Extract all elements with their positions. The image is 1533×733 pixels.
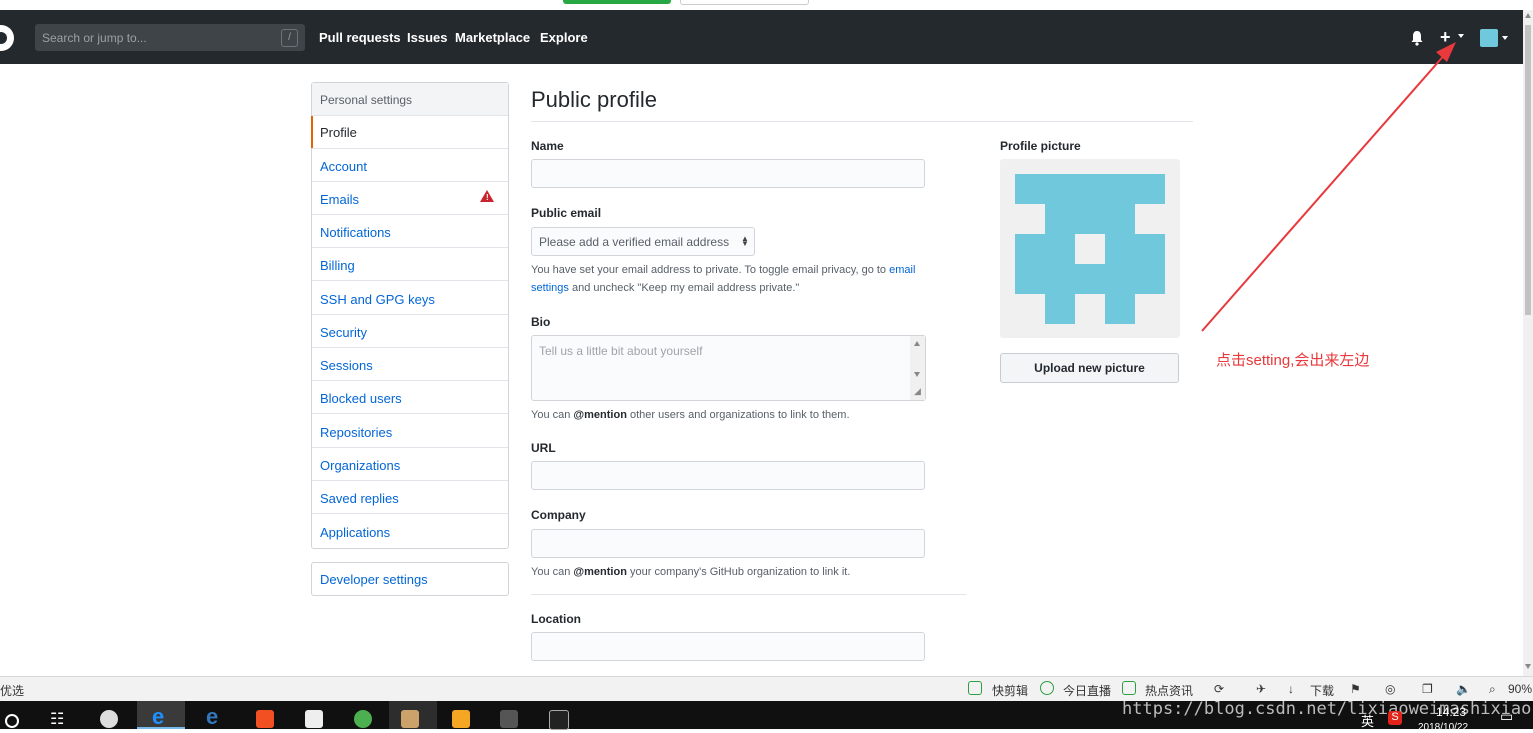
- location-label: Location: [531, 612, 581, 626]
- bell-icon[interactable]: [1410, 30, 1424, 46]
- public-email-selected: Please add a verified email address: [539, 235, 730, 249]
- sidebar-heading: Personal settings: [320, 93, 413, 107]
- email-settings-link[interactable]: email: [889, 264, 915, 276]
- plus-caret-icon[interactable]: [1458, 34, 1464, 38]
- zoom-level[interactable]: 90%: [1508, 682, 1532, 696]
- sogou-icon[interactable]: S: [1388, 711, 1402, 725]
- identicon-image: [1015, 174, 1165, 324]
- sidebar-item-label[interactable]: Organizations: [320, 458, 400, 473]
- quick-clip-icon[interactable]: [968, 681, 982, 695]
- select-arrows-icon: ▲ ▼: [741, 234, 749, 248]
- bio-note: You can @mention other users and organiz…: [531, 409, 850, 421]
- store-icon[interactable]: [256, 710, 274, 728]
- bio-scroll-up-icon[interactable]: [914, 341, 920, 346]
- developer-settings-link[interactable]: Developer settings: [320, 572, 428, 587]
- app-icon-1[interactable]: [100, 710, 118, 728]
- flag-icon[interactable]: ⚑: [1350, 682, 1361, 696]
- avatar[interactable]: [1480, 29, 1498, 47]
- top-green-button[interactable]: [563, 0, 671, 4]
- sidebar-item-label[interactable]: Notifications: [320, 225, 391, 240]
- browser-360-icon[interactable]: [354, 710, 372, 728]
- search-placeholder: Search or jump to...: [42, 31, 147, 45]
- task-view-icon[interactable]: ☷: [50, 709, 64, 729]
- sidebar-item-label[interactable]: Saved replies: [320, 491, 399, 506]
- url-label: URL: [531, 441, 556, 455]
- status-left-label[interactable]: 优选: [0, 682, 24, 699]
- url-field[interactable]: [531, 461, 925, 490]
- scroll-thumb[interactable]: [1525, 25, 1531, 315]
- upload-picture-button[interactable]: Upload new picture: [1000, 353, 1179, 383]
- sidebar-item-label[interactable]: Sessions: [320, 358, 373, 373]
- page-title: Public profile: [531, 87, 657, 112]
- nav-explore[interactable]: Explore: [540, 30, 588, 45]
- company-label: Company: [531, 508, 586, 522]
- sidebar-item-label[interactable]: Profile: [320, 125, 357, 140]
- scroll-down-icon[interactable]: [1525, 664, 1531, 669]
- bio-scroll-down-icon[interactable]: [914, 372, 920, 377]
- pin-icon[interactable]: ✈: [1256, 682, 1266, 696]
- sidebar-item-label[interactable]: SSH and GPG keys: [320, 292, 435, 307]
- watermark: https://blog.csdn.net/lixiaoweimashixiao: [1122, 699, 1532, 719]
- news-icon[interactable]: [1122, 681, 1136, 695]
- sidebar-item-label[interactable]: Security: [320, 325, 367, 340]
- public-email-label: Public email: [531, 206, 602, 220]
- nav-marketplace[interactable]: Marketplace: [455, 30, 530, 45]
- email-note-line2: settings and uncheck "Keep my email addr…: [531, 282, 800, 294]
- name-label: Name: [531, 139, 564, 153]
- nav-pull-requests[interactable]: Pull requests: [319, 30, 401, 45]
- status-download[interactable]: 下载: [1310, 682, 1334, 699]
- warning-mark: !: [486, 193, 489, 202]
- edge-icon[interactable]: e: [206, 704, 218, 730]
- clock-date[interactable]: 2018/10/22: [1418, 722, 1468, 733]
- name-field[interactable]: [531, 159, 925, 188]
- sidebar-item-label[interactable]: Billing: [320, 258, 355, 273]
- bio-label: Bio: [531, 315, 551, 329]
- mail-icon[interactable]: [305, 710, 323, 728]
- company-field[interactable]: [531, 529, 925, 558]
- sidebar-item-label[interactable]: Account: [320, 159, 367, 174]
- title-divider: [531, 121, 1193, 122]
- resize-grip-icon[interactable]: ◢: [914, 386, 924, 396]
- terminal-icon[interactable]: [549, 710, 569, 730]
- section-divider: [531, 594, 966, 595]
- profile-picture-label: Profile picture: [1000, 139, 1081, 153]
- ie-icon[interactable]: e: [152, 704, 164, 730]
- tool-icon[interactable]: [401, 710, 419, 728]
- plus-icon[interactable]: +: [1440, 27, 1451, 48]
- annotation-text: 点击setting,会出来左边: [1216, 352, 1370, 369]
- top-white-button[interactable]: [680, 0, 809, 5]
- active-indicator: [311, 116, 313, 148]
- search-icon[interactable]: [4, 713, 20, 729]
- window-icon[interactable]: ❐: [1422, 682, 1433, 696]
- status-live[interactable]: 今日直播: [1063, 682, 1111, 699]
- email-note-line1: You have set your email address to priva…: [531, 264, 916, 276]
- sidebar-item-label[interactable]: Emails: [320, 192, 359, 207]
- scroll-up-icon[interactable]: [1525, 13, 1531, 18]
- search-shortcut-key: /: [281, 29, 298, 47]
- zoom-icon[interactable]: ⌕: [1489, 682, 1496, 697]
- ime-indicator[interactable]: 英: [1361, 711, 1374, 730]
- download-icon[interactable]: ↓: [1288, 682, 1294, 696]
- bio-placeholder: Tell us a little bit about yourself: [539, 344, 703, 358]
- folder-icon[interactable]: [452, 710, 470, 728]
- browser-icon[interactable]: ◎: [1385, 682, 1395, 696]
- status-news[interactable]: 热点资讯: [1145, 682, 1193, 699]
- refresh-icon[interactable]: ⟳: [1214, 682, 1224, 696]
- sidebar-item-label[interactable]: Repositories: [320, 425, 392, 440]
- mp-icon[interactable]: [500, 710, 518, 728]
- nav-issues[interactable]: Issues: [407, 30, 447, 45]
- email-settings-link-2[interactable]: settings: [531, 282, 569, 294]
- notification-icon[interactable]: ▭: [1500, 708, 1513, 725]
- clock-time[interactable]: 14:23: [1436, 705, 1466, 719]
- live-icon[interactable]: [1040, 681, 1054, 695]
- location-field[interactable]: [531, 632, 925, 661]
- avatar-caret-icon[interactable]: [1502, 36, 1508, 40]
- sidebar-item-label[interactable]: Blocked users: [320, 391, 402, 406]
- status-quick-clip[interactable]: 快剪辑: [992, 682, 1028, 699]
- company-note: You can @mention your company's GitHub o…: [531, 566, 851, 578]
- sound-icon[interactable]: 🔈: [1456, 682, 1471, 696]
- sidebar-item-label[interactable]: Applications: [320, 525, 390, 540]
